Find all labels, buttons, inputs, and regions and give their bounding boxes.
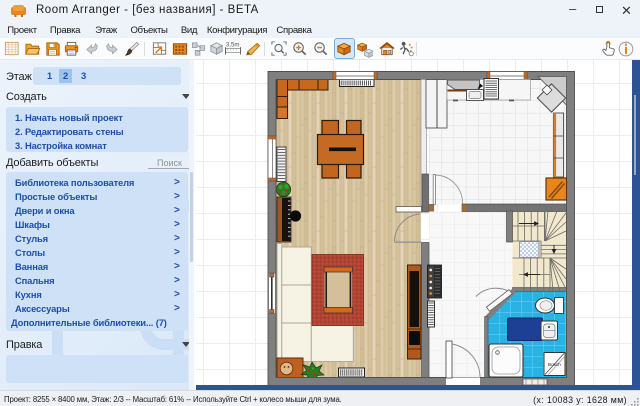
svg-text:Bosch: Bosch — [548, 362, 561, 367]
svg-text:3,5m: 3,5m — [226, 42, 240, 49]
